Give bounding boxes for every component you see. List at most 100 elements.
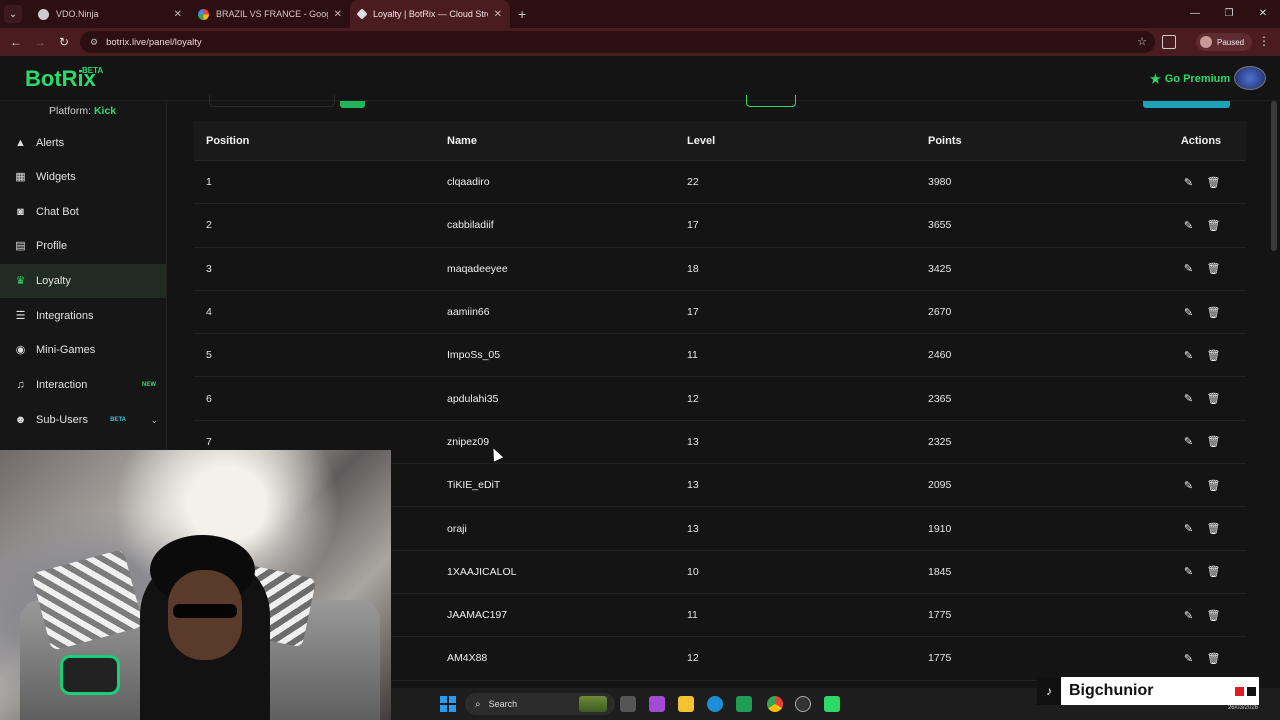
edge-icon[interactable] bbox=[707, 696, 723, 712]
copilot-icon[interactable] bbox=[649, 696, 665, 712]
table-header: Position Name Level Points Actions bbox=[194, 121, 1246, 161]
trash-icon[interactable]: 🗑 bbox=[1207, 522, 1221, 535]
extensions-icon[interactable] bbox=[1162, 35, 1176, 49]
chevron-down-icon[interactable]: ⌄ bbox=[150, 415, 158, 426]
close-tab-icon[interactable]: ✕ bbox=[334, 9, 342, 20]
address-bar[interactable]: ⚙ botrix.live/panel/loyalty ☆ bbox=[80, 31, 1155, 53]
trash-icon[interactable]: 🗑 bbox=[1207, 349, 1221, 362]
close-window-icon[interactable]: ✕ bbox=[1246, 0, 1280, 28]
close-tab-icon[interactable]: ✕ bbox=[494, 9, 502, 20]
browser-menu-icon[interactable]: ⋮ bbox=[1258, 34, 1270, 48]
red-square bbox=[1235, 686, 1244, 696]
platform-value: Kick bbox=[93, 105, 117, 117]
chrome-icon[interactable] bbox=[767, 696, 783, 712]
edit-icon[interactable]: ✎ bbox=[1182, 392, 1195, 405]
botrix-favicon-icon bbox=[356, 8, 368, 20]
row-actions: ✎ 🗑 bbox=[1156, 609, 1246, 622]
cell-level: 13 bbox=[687, 479, 699, 492]
scrollbar[interactable] bbox=[1271, 101, 1277, 251]
edit-icon[interactable]: ✎ bbox=[1182, 349, 1195, 362]
sidebar-item-widgets[interactable]: ▦ Widgets bbox=[0, 160, 166, 194]
gamepad-icon: ◉ bbox=[15, 343, 26, 356]
tab-title: VDO.Ninja bbox=[56, 9, 99, 19]
excel-icon[interactable] bbox=[736, 696, 752, 712]
trash-icon[interactable]: 🗑 bbox=[1207, 479, 1221, 492]
search-button[interactable] bbox=[340, 101, 365, 108]
row-actions: ✎ 🗑 bbox=[1156, 565, 1246, 578]
trash-icon[interactable]: 🗑 bbox=[1207, 652, 1221, 665]
new-badge: NEW bbox=[142, 382, 156, 388]
trash-icon[interactable]: 🗑 bbox=[1207, 392, 1221, 405]
tab-search-button[interactable]: ⌄ bbox=[4, 5, 22, 23]
sidebar-item-profile[interactable]: ▤ Profile bbox=[0, 229, 166, 263]
sidebar-item-alerts[interactable]: ▲ Alerts bbox=[0, 126, 166, 160]
taskbar-search[interactable]: ⌕ Search bbox=[465, 693, 615, 715]
kick-app-icon[interactable] bbox=[824, 696, 840, 712]
edit-icon[interactable]: ✎ bbox=[1182, 176, 1195, 189]
edit-icon[interactable]: ✎ bbox=[1182, 479, 1195, 492]
back-icon[interactable]: ← bbox=[4, 35, 28, 49]
edit-icon[interactable]: ✎ bbox=[1182, 262, 1195, 275]
site-info-icon[interactable]: ⚙ bbox=[90, 37, 98, 48]
sidebar-item-interaction[interactable]: ♫ Interaction NEW bbox=[0, 368, 166, 402]
star-icon: ★ bbox=[1150, 72, 1161, 86]
new-tab-button[interactable]: + bbox=[518, 6, 526, 22]
sidebar-item-mini-games[interactable]: ◉ Mini-Games bbox=[0, 333, 166, 367]
bookmark-star-icon[interactable]: ☆ bbox=[1137, 35, 1147, 48]
cell-level: 13 bbox=[687, 522, 699, 535]
column-header-level[interactable]: Level bbox=[675, 135, 916, 147]
vdo-ninja-favicon-icon bbox=[38, 8, 49, 20]
reload-icon[interactable]: ↻ bbox=[52, 35, 76, 49]
trash-icon[interactable]: 🗑 bbox=[1207, 176, 1221, 189]
add-points-button[interactable] bbox=[1143, 101, 1230, 108]
cell-position: 4 bbox=[206, 306, 212, 319]
trash-icon[interactable]: 🗑 bbox=[1207, 609, 1221, 622]
user-avatar[interactable] bbox=[1234, 66, 1266, 90]
sidebar-item-label: Mini-Games bbox=[36, 344, 96, 356]
logo-beta-badge: BETA bbox=[82, 66, 104, 75]
tab-botrix-loyalty[interactable]: Loyalty | BotRix — Cloud Stream ✕ bbox=[350, 0, 510, 28]
sidebar-item-chat-bot[interactable]: ◙ Chat Bot bbox=[0, 195, 166, 229]
trash-icon[interactable]: 🗑 bbox=[1207, 262, 1221, 275]
search-icon: ⌕ bbox=[475, 698, 481, 710]
obs-icon[interactable] bbox=[795, 696, 811, 712]
go-premium-button[interactable]: ★ Go Premium bbox=[1150, 72, 1230, 86]
trophy-icon: ♛ bbox=[15, 274, 26, 287]
row-actions: ✎ 🗑 bbox=[1156, 219, 1246, 232]
edit-icon[interactable]: ✎ bbox=[1182, 652, 1195, 665]
sidebar-item-sub-users[interactable]: ☻ Sub-Users BETA ⌄ bbox=[0, 403, 166, 437]
edit-icon[interactable]: ✎ bbox=[1182, 435, 1195, 448]
task-view-icon[interactable] bbox=[620, 696, 636, 712]
go-premium-label: Go Premium bbox=[1164, 73, 1231, 85]
platform-label: Platform: bbox=[49, 105, 92, 117]
column-header-name[interactable]: Name bbox=[435, 135, 675, 147]
column-header-position[interactable]: Position bbox=[194, 135, 435, 147]
file-explorer-icon[interactable] bbox=[678, 696, 694, 712]
forward-icon[interactable]: → bbox=[28, 35, 52, 49]
edit-icon[interactable]: ✎ bbox=[1182, 522, 1195, 535]
edit-icon[interactable]: ✎ bbox=[1182, 306, 1195, 319]
trash-icon[interactable]: 🗑 bbox=[1207, 435, 1221, 448]
filter-button[interactable] bbox=[746, 95, 796, 107]
trash-icon[interactable]: 🗑 bbox=[1207, 565, 1221, 578]
restore-icon[interactable]: ❐ bbox=[1212, 0, 1246, 28]
row-actions: ✎ 🗑 bbox=[1156, 176, 1246, 189]
close-tab-icon[interactable]: ✕ bbox=[174, 9, 182, 20]
sidebar-item-label: Widgets bbox=[36, 171, 76, 183]
tab-vdo-ninja[interactable]: VDO.Ninja ✕ bbox=[30, 0, 190, 28]
search-input[interactable] bbox=[209, 95, 335, 107]
tab-google-search[interactable]: BRAZIL VS FRANCE - Google Se ✕ bbox=[190, 0, 350, 28]
column-header-points[interactable]: Points bbox=[916, 135, 1156, 147]
trash-icon[interactable]: 🗑 bbox=[1207, 219, 1221, 232]
windows-start-icon[interactable] bbox=[440, 696, 456, 712]
edit-icon[interactable]: ✎ bbox=[1182, 565, 1195, 578]
profile-button[interactable]: Paused bbox=[1196, 33, 1253, 51]
edit-icon[interactable]: ✎ bbox=[1182, 609, 1195, 622]
minimize-icon[interactable]: — bbox=[1178, 0, 1212, 28]
sidebar-item-integrations[interactable]: ☰ Integrations bbox=[0, 299, 166, 333]
search-placeholder: Search bbox=[488, 699, 518, 709]
cell-points: 1775 bbox=[928, 652, 952, 665]
trash-icon[interactable]: 🗑 bbox=[1207, 306, 1221, 319]
sidebar-item-loyalty[interactable]: ♛ Loyalty bbox=[0, 264, 166, 298]
edit-icon[interactable]: ✎ bbox=[1182, 219, 1195, 232]
